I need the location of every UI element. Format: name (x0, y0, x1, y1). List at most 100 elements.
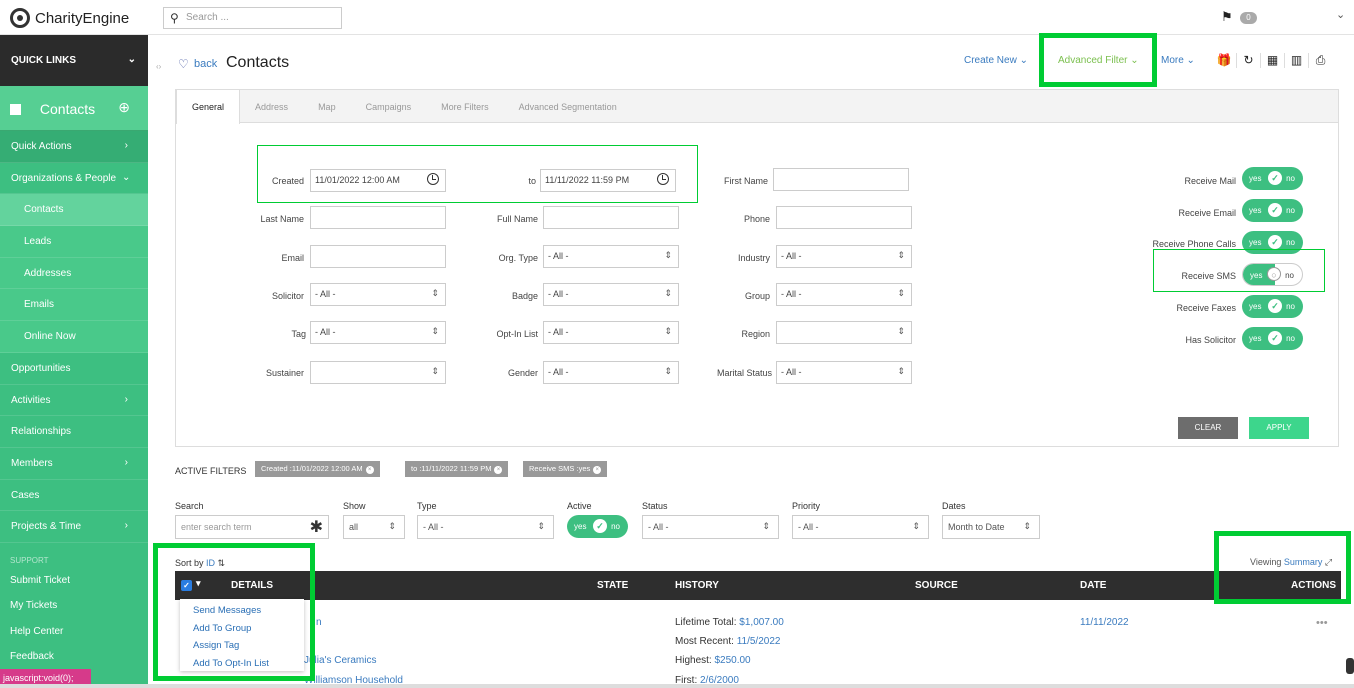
tab-address[interactable]: Address (240, 90, 303, 123)
tab-map[interactable]: Map (303, 90, 351, 123)
sidebar-item-help-center[interactable]: Help Center (0, 620, 148, 646)
sidebar-item-feedback[interactable]: Feedback (0, 645, 148, 671)
sidebar-item-activities[interactable]: Activities › (0, 385, 148, 417)
first-name-input[interactable] (773, 168, 909, 191)
filter-chip-to[interactable]: to :11/11/2022 11:59 PM × (405, 461, 509, 477)
select-arrows-icon: ⇕ (1023, 521, 1031, 531)
sidebar-item-my-tickets[interactable]: My Tickets (0, 594, 148, 620)
industry-select[interactable]: - All - ⇕ (776, 245, 912, 268)
sidebar-item-contacts[interactable]: Contacts (0, 194, 148, 227)
sustainer-select[interactable]: ⇕ (310, 361, 446, 384)
create-new-button[interactable]: Create New ⌄ (964, 55, 1028, 66)
check-icon: ✓ (1268, 171, 1282, 185)
clear-button[interactable]: CLEAR (1178, 417, 1238, 439)
heart-icon[interactable]: ♡ (178, 57, 189, 71)
remove-icon[interactable]: × (494, 466, 503, 474)
gift-icon[interactable]: 🎁 (1212, 53, 1236, 68)
phone-input[interactable] (776, 206, 912, 229)
receive-mail-toggle[interactable]: yes ✓ no (1242, 167, 1303, 190)
full-name-input[interactable] (543, 206, 679, 229)
more-button[interactable]: More ⌄ (1161, 55, 1195, 66)
list-search-input[interactable]: enter search term ✱ (175, 515, 329, 539)
select-arrows-icon: ⇕ (664, 326, 672, 336)
optin-select[interactable]: - All - ⇕ (543, 321, 679, 344)
receive-email-toggle[interactable]: yes ✓ no (1242, 199, 1303, 222)
industry-label: Industry (737, 253, 770, 263)
apply-button[interactable]: APPLY (1249, 417, 1309, 439)
region-select[interactable]: ⇕ (776, 321, 912, 344)
global-search-input[interactable]: ⚲ Search ... (163, 7, 342, 29)
sidebar-item-submit-ticket[interactable]: Submit Ticket (0, 569, 148, 595)
highlight-created-range (257, 145, 698, 203)
filter-chip-created[interactable]: Created :11/01/2022 12:00 AM × (255, 461, 380, 477)
sidebar-item-opportunities[interactable]: Opportunities (0, 353, 148, 385)
group-select[interactable]: - All - ⇕ (776, 283, 912, 306)
grid-view-icon[interactable]: ▦ (1260, 53, 1284, 68)
tab-advanced-segmentation[interactable]: Advanced Segmentation (504, 90, 632, 123)
org-type-select[interactable]: - All - ⇕ (543, 245, 679, 268)
sidebar-item-emails[interactable]: Emails (0, 289, 148, 322)
sustainer-label: Sustainer (265, 368, 304, 378)
sidebar-item-members[interactable]: Members › (0, 448, 148, 480)
tab-more-filters[interactable]: More Filters (426, 90, 504, 123)
solicitor-select[interactable]: - All - ⇕ (310, 283, 446, 306)
gender-label: Gender (507, 368, 538, 378)
back-link[interactable]: back (194, 58, 217, 70)
priority-select[interactable]: - All - ⇕ (792, 515, 929, 539)
active-toggle[interactable]: yes ✓ no (567, 515, 628, 538)
badge-select[interactable]: - All - ⇕ (543, 283, 679, 306)
chart-icon[interactable]: ▥ (1284, 53, 1308, 68)
notification-badge[interactable]: 0 (1240, 12, 1257, 24)
sidebar-section-contacts[interactable]: Contacts ⊕ (0, 86, 148, 131)
show-label: Show (343, 501, 366, 511)
col-source[interactable]: SOURCE (915, 580, 958, 591)
zoom-search-icon[interactable]: ⊕ (118, 99, 130, 116)
sidebar-item-leads[interactable]: Leads (0, 226, 148, 258)
filter-chip-sms[interactable]: Receive SMS :yes × (523, 461, 608, 477)
region-label: Region (741, 329, 770, 339)
col-state[interactable]: STATE (597, 580, 628, 591)
status-select[interactable]: - All - ⇕ (642, 515, 779, 539)
sidebar-item-quick-actions[interactable]: Quick Actions › (0, 131, 148, 163)
sidebar-item-addresses[interactable]: Addresses (0, 257, 148, 290)
asterisk-icon[interactable]: ✱ (310, 517, 323, 537)
scrollbar[interactable] (1346, 658, 1354, 674)
tag-select[interactable]: - All - ⇕ (310, 321, 446, 344)
col-date[interactable]: DATE (1080, 580, 1106, 591)
has-solicitor-toggle[interactable]: yes ✓ no (1242, 327, 1303, 350)
email-input[interactable] (310, 245, 446, 268)
remove-icon[interactable]: × (593, 466, 602, 474)
group-label: Group (744, 291, 770, 301)
flag-icon[interactable]: ⚑ (1221, 9, 1233, 25)
sidebar-item-cases[interactable]: Cases (0, 480, 148, 512)
select-arrows-icon: ⇕ (537, 521, 545, 531)
sidebar-item-projects-time[interactable]: Projects & Time › (0, 511, 148, 543)
sidebar-item-organizations-people[interactable]: Organizations & People ⌄ (0, 163, 148, 195)
marital-status-select[interactable]: - All - ⇕ (776, 361, 912, 384)
tab-general[interactable]: General (176, 90, 241, 124)
last-name-input[interactable] (310, 206, 446, 229)
select-arrows-icon: ⇕ (664, 250, 672, 260)
type-select[interactable]: - All - ⇕ (417, 515, 554, 539)
contact-name-link[interactable]: n (316, 617, 322, 628)
chevron-down-icon[interactable]: ⌄ (1336, 8, 1345, 21)
sidebar-item-relationships[interactable]: Relationships (0, 416, 148, 448)
dates-select[interactable]: Month to Date ⇕ (942, 515, 1040, 539)
tab-campaigns[interactable]: Campaigns (351, 90, 427, 123)
charityengine-logo[interactable]: CharityEngine (10, 8, 129, 28)
refresh-icon[interactable]: ↻ (1236, 53, 1260, 68)
gender-select[interactable]: - All - ⇕ (543, 361, 679, 384)
col-history[interactable]: HISTORY (675, 580, 719, 591)
more-actions-icon[interactable]: ••• (1316, 617, 1328, 629)
quick-links-toggle[interactable]: QUICK LINKS ⌄ (0, 35, 148, 86)
receive-faxes-toggle[interactable]: yes ✓ no (1242, 295, 1303, 318)
sidebar-item-online-now[interactable]: Online Now (0, 321, 148, 353)
last-name-label: Last Name (260, 214, 304, 224)
collapse-arrows-icon[interactable]: ‹› (156, 62, 161, 71)
remove-icon[interactable]: × (365, 466, 374, 474)
search-label: Search (175, 501, 204, 511)
page-title: Contacts (226, 54, 290, 71)
chevron-right-icon: › (124, 520, 128, 532)
show-select[interactable]: all ⇕ (343, 515, 405, 539)
print-icon[interactable]: ⎙ (1308, 53, 1332, 68)
